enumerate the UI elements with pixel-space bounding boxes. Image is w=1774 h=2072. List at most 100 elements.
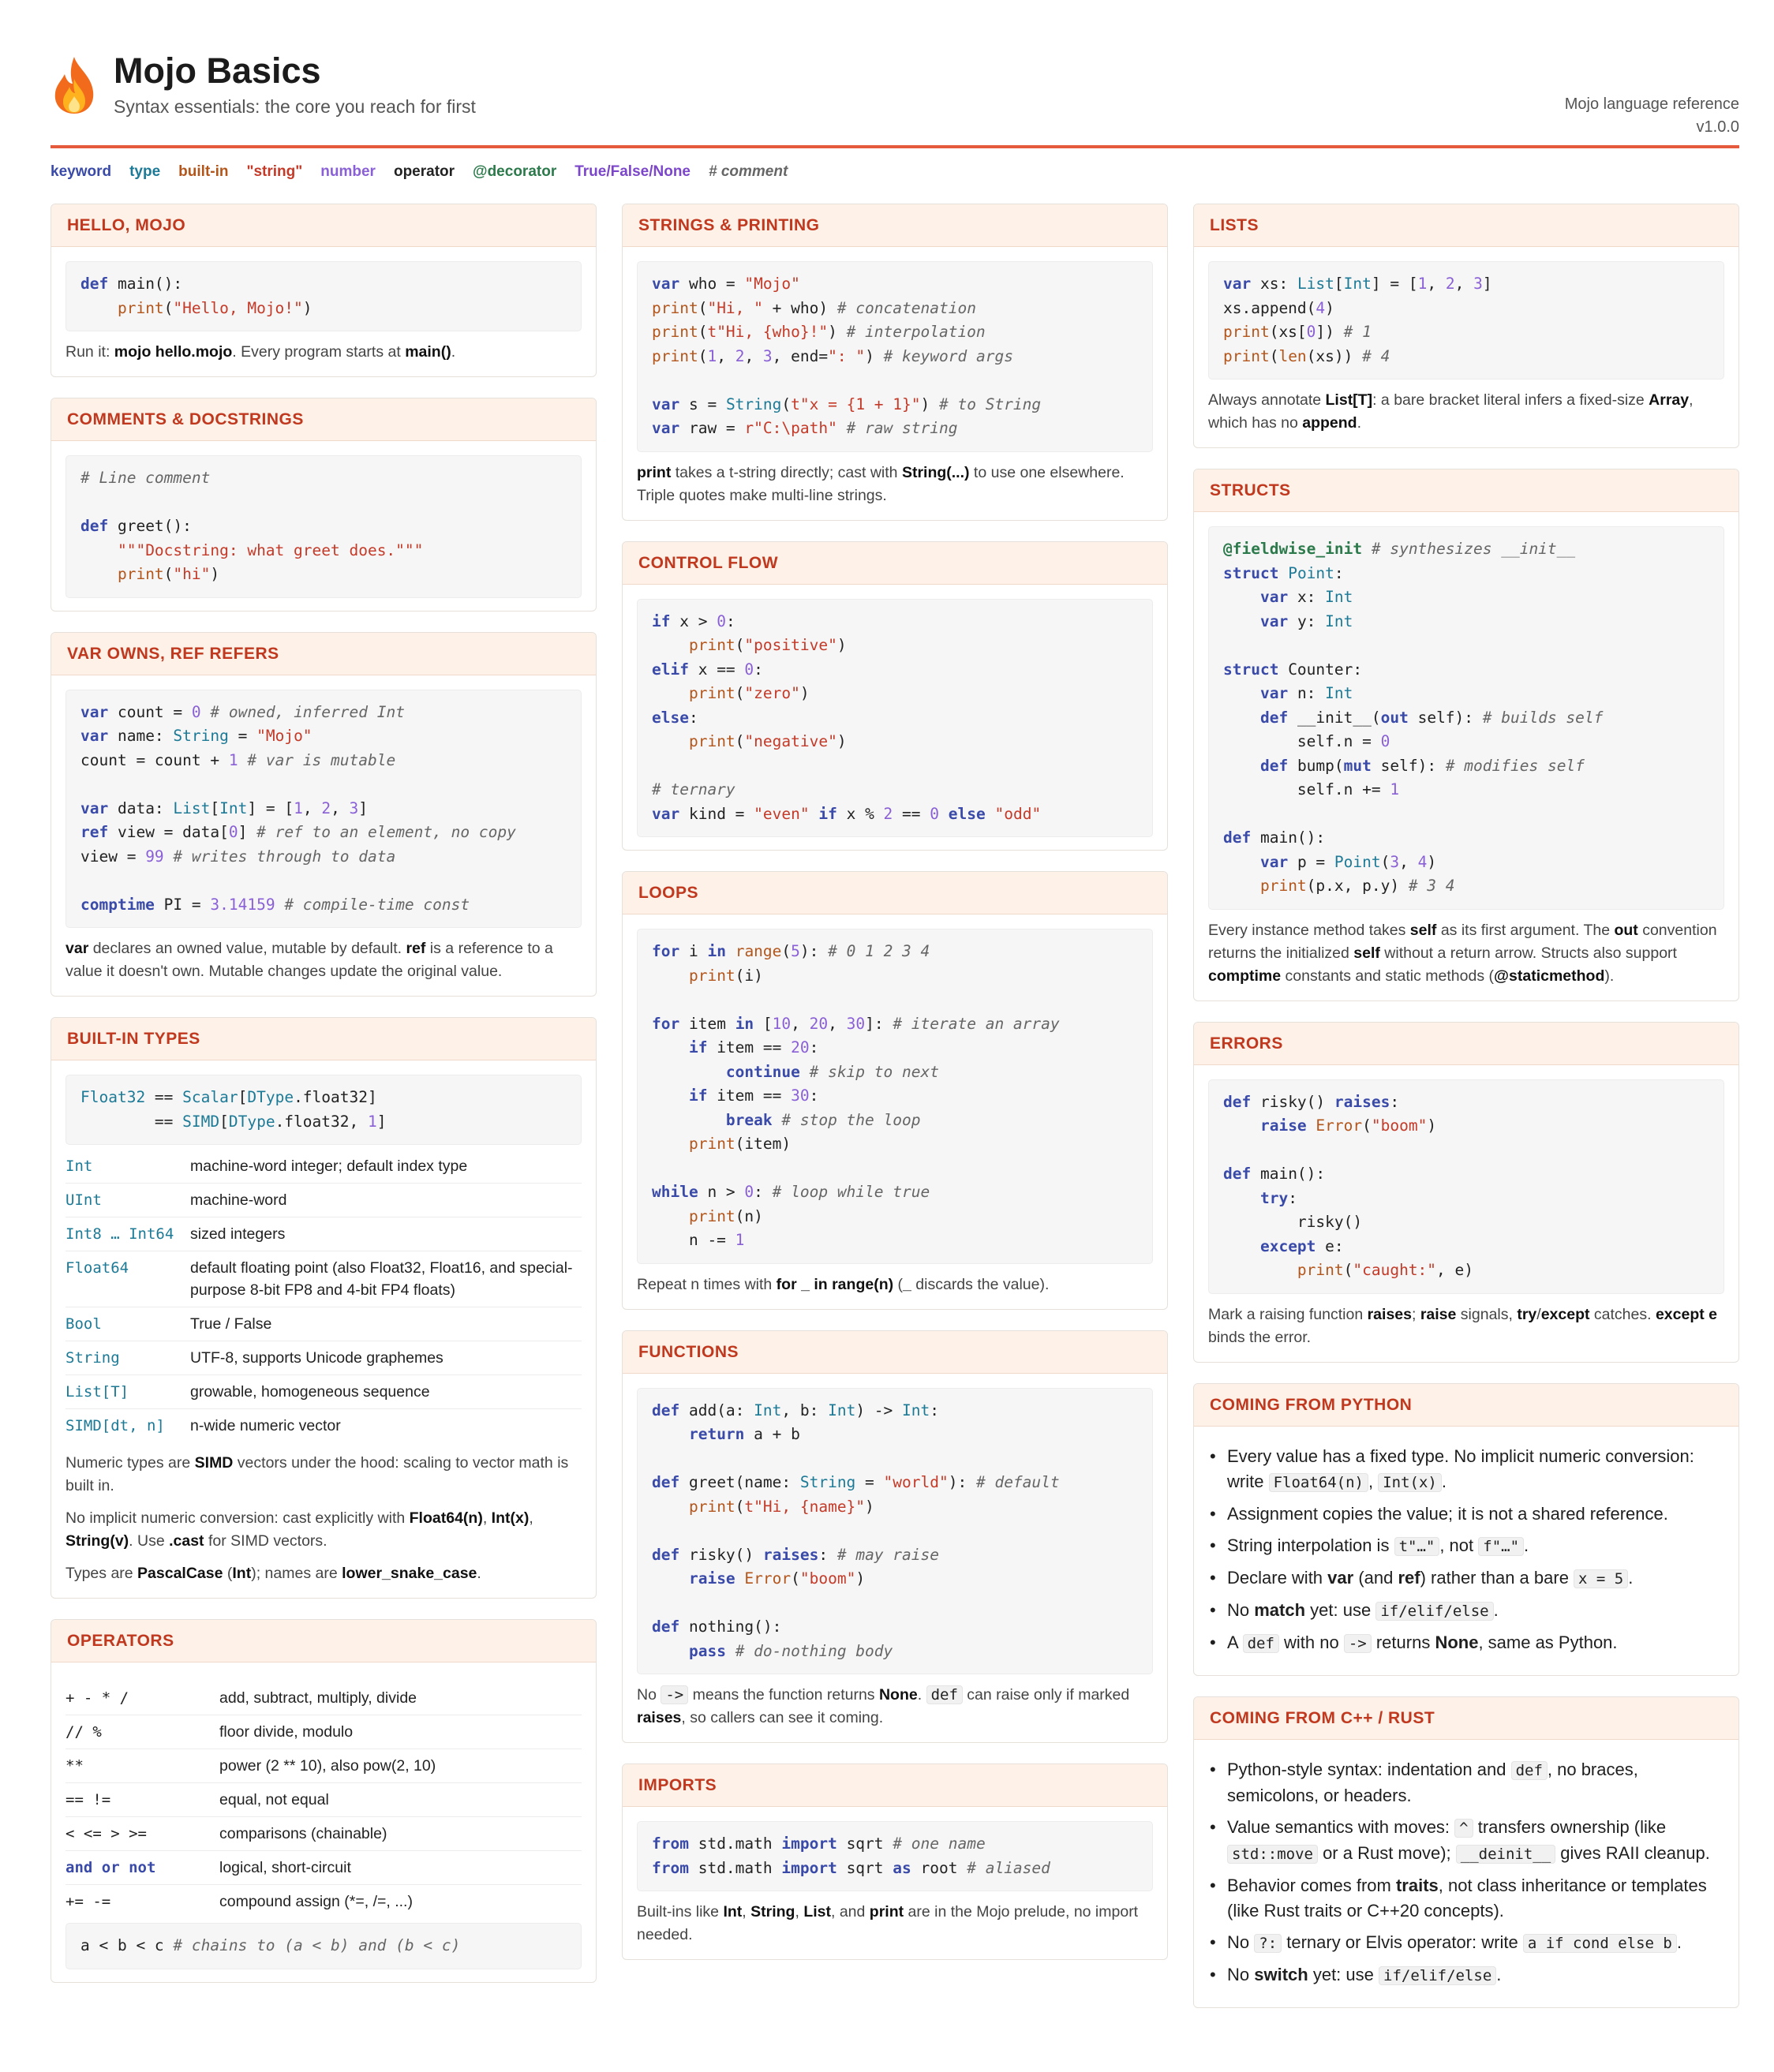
table-row: < <= > >= comparisons (chainable) [65,1817,582,1851]
card-title: CONTROL FLOW [623,541,1167,585]
code-block: @fieldwise_init # synthesizes __init__ s… [1208,526,1724,910]
operator-description: compound assign (*=, /=, ...) [219,1893,413,1910]
list-item: Declare with var (and ref) rather than a… [1208,1565,1724,1591]
operator-description: power (2 ** 10), also pow(2, 10) [219,1757,436,1775]
code-block: def risky() raises: raise Error("boom") … [1208,1079,1724,1294]
card-title: HELLO, MOJO [51,204,596,247]
type-name: Bool [65,1315,102,1333]
legend-string: "string" [246,163,303,180]
cpp-tips-list: Python-style syntax: indentation and def… [1208,1757,1724,1988]
card-comments: COMMENTS & DOCSTRINGS # Line comment def… [51,398,597,612]
type-description: machine-word integer; default index type [190,1158,468,1175]
card-note: Mark a raising function raises; raise si… [1208,1305,1718,1346]
card-title: COMMENTS & DOCSTRINGS [51,398,596,441]
type-name: UInt [65,1191,102,1209]
page: Mojo Basics Syntax essentials: the core … [51,0,1739,2008]
card-control-flow: CONTROL FLOW if x > 0: print("positive")… [622,540,1168,851]
card-note: print takes a t-string directly; cast wi… [637,463,1125,504]
list-item: No ?: ternary or Elvis operator: write a… [1208,1930,1724,1956]
card-title: COMING FROM PYTHON [1194,1383,1738,1427]
table-row: UInt machine-word [65,1184,582,1217]
list-item: Every value has a fixed type. No implici… [1208,1444,1724,1495]
card-hello-mojo: HELLO, MOJO def main(): print("Hello, Mo… [51,204,597,377]
card-note: Types are PascalCase (Int); names are lo… [65,1565,481,1582]
card-title: LOOPS [623,872,1167,914]
operator-description: logical, short-circuit [219,1859,351,1876]
type-description: machine-word [190,1191,287,1209]
card-note: Run it: mojo hello.mojo. Every program s… [65,343,456,361]
page-subtitle: Syntax essentials: the core you reach fo… [114,96,476,117]
code-block: def add(a: Int, b: Int) -> Int: return a… [637,1387,1153,1674]
operator-symbol: ** [65,1757,84,1775]
card-title: OPERATORS [51,1620,596,1662]
operator-symbol: // % [65,1723,102,1741]
card-operators: OPERATORS + - * / add, subtract, multiply… [51,1619,597,1983]
card-note: No -> means the function returns None. d… [637,1685,1130,1726]
card-from-python: COMING FROM PYTHON Every value has a fix… [1193,1382,1739,1676]
code-block: a < b < c # chains to (a < b) and (b < c… [65,1923,582,1969]
type-description: UTF-8, supports Unicode graphemes [190,1349,444,1367]
code-block: from std.math import sqrt # one name fro… [637,1821,1153,1891]
list-item: Behavior comes from traits, not class in… [1208,1873,1724,1924]
table-row: == != equal, not equal [65,1783,582,1817]
legend-comment: # comment [709,163,788,180]
card-functions: FUNCTIONS def add(a: Int, b: Int) -> Int… [622,1330,1168,1743]
table-row: Int machine-word integer; default index t… [65,1150,582,1184]
legend-type: type [129,163,161,180]
type-name: SIMD[dt, n] [65,1417,165,1434]
table-row: += -= compound assign (*=, /=, ...) [65,1885,582,1918]
card-from-cpp-rust: COMING FROM C++ / RUST Python-style synt… [1193,1696,1739,2008]
legend-number: number [320,163,376,180]
table-row: Int8 … Int64 sized integers [65,1217,582,1251]
table-row: String UTF-8, supports Unicode graphemes [65,1341,582,1375]
type-name: Int8 … Int64 [65,1225,174,1243]
card-note: Every instance method takes self as its … [1208,921,1717,985]
card-title: IMPORTS [623,1764,1167,1807]
table-row: // % floor divide, modulo [65,1715,582,1749]
card-title: FUNCTIONS [623,1330,1167,1374]
type-name: String [65,1349,120,1367]
code-block: def main(): print("Hello, Mojo!") [65,261,582,331]
code-block: var xs: List[Int] = [1, 2, 3] xs.append(… [1208,261,1724,380]
page-title: Mojo Basics [114,50,321,91]
operators-table: + - * / add, subtract, multiply, divide /… [65,1681,582,1918]
list-item: No match yet: use if/elif/else. [1208,1598,1724,1624]
code-block: Float32 == Scalar[DType.float32] == SIMD… [65,1075,582,1145]
table-row: and or not logical, short-circuit [65,1851,582,1885]
reference-info: Mojo language reference v1.0.0 [1565,93,1739,139]
legend-bool: True/False/None [574,163,691,180]
table-row: SIMD[dt, n] n-wide numeric vector [65,1409,582,1442]
column-2: STRINGS & PRINTING var who = "Mojo" prin… [622,204,1168,1980]
card-title: STRUCTS [1194,469,1738,512]
card-title: LISTS [1194,204,1738,247]
card-title: BUILT-IN TYPES [51,1018,596,1060]
column-1: HELLO, MOJO def main(): print("Hello, Mo… [51,204,597,2003]
code-block: for i in range(5): # 0 1 2 3 4 print(i) … [637,929,1153,1264]
table-row: List[T] growable, homogeneous sequence [65,1375,582,1409]
card-title: ERRORS [1194,1022,1738,1065]
card-title: COMING FROM C++ / RUST [1194,1696,1738,1740]
list-item: Value semantics with moves: ^ transfers … [1208,1815,1724,1867]
card-builtin-types: BUILT-IN TYPES Float32 == Scalar[DType.f… [51,1017,597,1599]
operator-description: add, subtract, multiply, divide [219,1689,417,1707]
type-description: default floating point (also Float32, Fl… [190,1259,573,1299]
card-strings: STRINGS & PRINTING var who = "Mojo" prin… [622,204,1168,521]
legend-operator: operator [393,163,455,180]
card-var-ref: VAR OWNS, REF REFERS var count = 0 # own… [51,631,597,997]
flame-icon [54,57,94,114]
card-note: Numeric types are SIMD vectors under the… [65,1454,569,1494]
card-note: No implicit numeric conversion: cast exp… [65,1509,533,1550]
page-header: Mojo Basics Syntax essentials: the core … [51,0,1739,148]
type-description: True / False [190,1315,272,1333]
card-lists: LISTS var xs: List[Int] = [1, 2, 3] xs.a… [1193,204,1739,448]
operator-symbol: + - * / [65,1689,129,1707]
operator-symbol: == != [65,1791,111,1808]
type-description: n-wide numeric vector [190,1417,341,1434]
table-row: Bool True / False [65,1307,582,1341]
code-block: var who = "Mojo" print("Hi, " + who) # c… [637,261,1153,452]
list-item: No switch yet: use if/elif/else. [1208,1962,1724,1988]
code-block: # Line comment def greet(): """Docstring… [65,455,582,598]
legend-builtin: built-in [178,163,229,180]
list-item: Assignment copies the value; it is not a… [1208,1502,1724,1527]
table-row: + - * / add, subtract, multiply, divide [65,1681,582,1715]
